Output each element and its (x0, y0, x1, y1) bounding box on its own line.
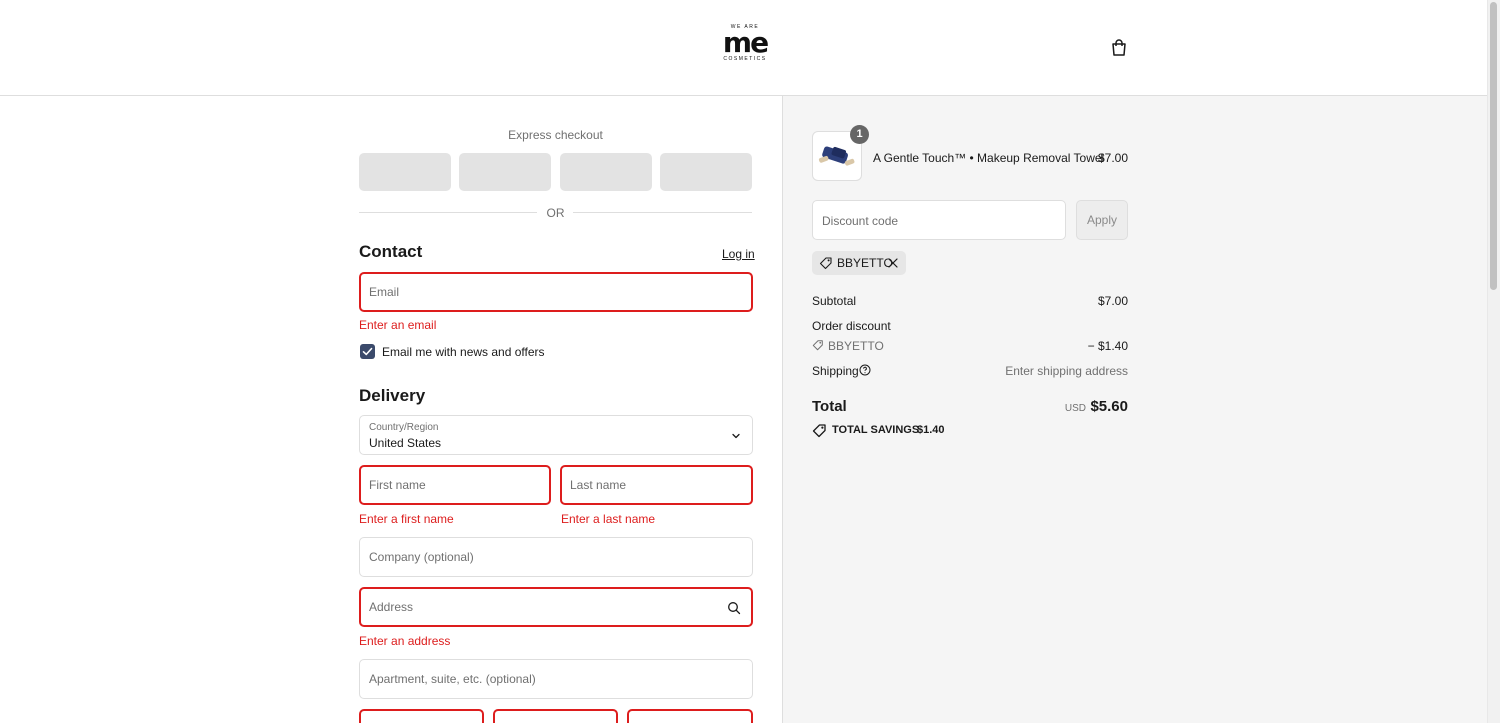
last-name-placeholder: Last name (570, 478, 627, 492)
last-name-error: Enter a last name (561, 512, 656, 526)
or-label: OR (546, 206, 565, 220)
discount-code-label: BBYETTO (828, 339, 884, 353)
total-savings-value: $1.40 (917, 424, 945, 436)
express-pay-button-3[interactable] (560, 153, 652, 191)
page-scrollbar[interactable] (1487, 0, 1500, 723)
first-name-placeholder: First name (369, 478, 426, 492)
divider-line-right (573, 212, 752, 213)
logo-bottom-text: COSMETICS (723, 56, 767, 62)
subtotal-label: Subtotal (812, 294, 857, 308)
help-circle-icon[interactable] (859, 364, 871, 376)
express-pay-button-1[interactable] (359, 153, 451, 191)
address-error: Enter an address (359, 634, 451, 648)
express-checkout-title: Express checkout (508, 128, 603, 142)
logo-main-text: me (722, 26, 769, 59)
express-pay-button-2[interactable] (459, 153, 551, 191)
order-discount-label: Order discount (812, 319, 891, 333)
total-value: $5.60 (1090, 398, 1128, 415)
discount-placeholder: Discount code (822, 214, 899, 228)
scrollbar-thumb[interactable] (1490, 2, 1497, 290)
login-link[interactable]: Log in (722, 247, 755, 261)
chevron-down-icon (732, 433, 740, 439)
express-pay-button-4[interactable] (660, 153, 752, 191)
country-label: Country/Region (369, 422, 439, 433)
brand-logo[interactable]: WE ARE me COSMETICS (719, 24, 771, 68)
company-field[interactable]: Company (optional) (359, 537, 753, 577)
shopping-bag-icon[interactable] (1109, 38, 1129, 58)
product-price: $7.00 (1097, 151, 1128, 165)
total-label: Total (812, 398, 847, 415)
shipping-value: Enter shipping address (1005, 364, 1128, 378)
address-field[interactable]: Address (359, 587, 753, 627)
zip-field[interactable] (627, 709, 753, 723)
checkmark-icon (362, 347, 373, 356)
apartment-field[interactable]: Apartment, suite, etc. (optional) (359, 659, 753, 699)
subtotal-value: $7.00 (1097, 294, 1128, 308)
city-field[interactable] (359, 709, 484, 723)
search-icon (728, 602, 741, 615)
quantity-badge: 1 (850, 125, 869, 144)
newsletter-label[interactable]: Email me with news and offers (382, 345, 545, 359)
address-placeholder: Address (369, 600, 414, 614)
discount-tag-icon (812, 340, 823, 351)
country-value: United States (369, 436, 442, 450)
site-header: WE ARE me COSMETICS (0, 0, 1487, 96)
order-summary-panel (782, 96, 1487, 723)
product-name: A Gentle Touch™ • Makeup Removal Towel (873, 151, 1105, 165)
currency-label: USD (1064, 403, 1086, 414)
first-name-field[interactable]: First name (359, 465, 551, 505)
savings-tag-icon (812, 424, 826, 438)
discount-code-input[interactable]: Discount code (812, 200, 1066, 240)
or-divider: OR (359, 205, 752, 221)
applied-discount-chip: BBYETTO (812, 251, 906, 275)
country-select[interactable]: Country/Region United States (359, 415, 753, 455)
apartment-placeholder: Apartment, suite, etc. (optional) (369, 672, 536, 686)
company-placeholder: Company (optional) (369, 550, 474, 564)
state-field[interactable] (493, 709, 618, 723)
last-name-field[interactable]: Last name (560, 465, 753, 505)
delivery-heading: Delivery (359, 386, 426, 405)
contact-heading: Contact (359, 242, 423, 261)
email-field[interactable]: Email (359, 272, 753, 312)
applied-discount-code: BBYETTO (837, 256, 893, 270)
total-savings-label: TOTAL SAVINGS (832, 424, 920, 436)
tag-icon (819, 257, 832, 270)
newsletter-checkbox[interactable] (360, 344, 375, 359)
first-name-error: Enter a first name (359, 512, 454, 526)
email-placeholder: Email (369, 285, 400, 299)
remove-discount-icon[interactable] (887, 256, 899, 270)
email-error: Enter an email (359, 318, 437, 332)
shipping-label: Shipping (812, 364, 859, 378)
discount-value: − $1.40 (1087, 339, 1128, 353)
apply-discount-button[interactable]: Apply (1076, 200, 1128, 240)
